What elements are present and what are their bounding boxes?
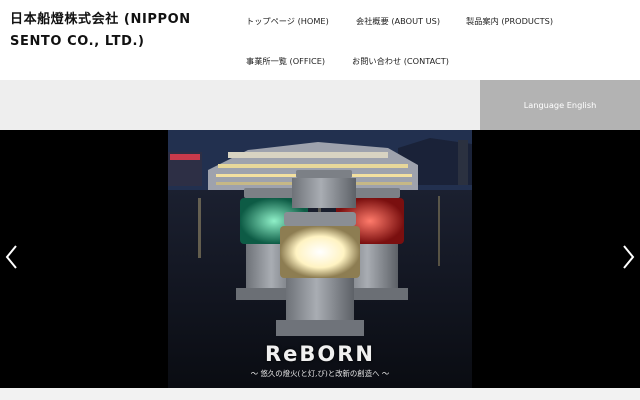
hero-slider: ReBORN ～ 悠久の燈火(と灯,び)と改新の創造へ ～ <box>0 130 640 388</box>
nav-office[interactable]: 事業所一覧 (OFFICE) <box>246 55 325 67</box>
slider-next-button[interactable] <box>618 242 638 272</box>
language-english-button[interactable]: Language English <box>480 80 640 130</box>
hero-tagline: ～ 悠久の燈火(と灯,び)と改新の創造へ ～ <box>250 369 390 378</box>
chevron-right-icon <box>623 245 635 269</box>
hero-slide-image: ReBORN ～ 悠久の燈火(と灯,び)と改新の創造へ ～ <box>168 130 472 388</box>
nav-contact[interactable]: お問い合わせ (CONTACT) <box>352 55 449 67</box>
site-logo[interactable]: 日本船燈株式会社 (NIPPON SENTO CO., LTD.) <box>10 9 200 53</box>
nav-about-us[interactable]: 会社概要 (ABOUT US) <box>356 15 440 27</box>
site-header: 日本船燈株式会社 (NIPPON SENTO CO., LTD.) トップページ… <box>0 0 640 80</box>
bottom-strip <box>0 388 640 400</box>
nav-home[interactable]: トップページ (HOME) <box>246 15 329 27</box>
slider-prev-button[interactable] <box>2 242 22 272</box>
nav-products[interactable]: 製品案内 (PRODUCTS) <box>466 15 553 27</box>
chevron-left-icon <box>5 245 17 269</box>
hero-headline: ReBORN <box>264 342 376 366</box>
